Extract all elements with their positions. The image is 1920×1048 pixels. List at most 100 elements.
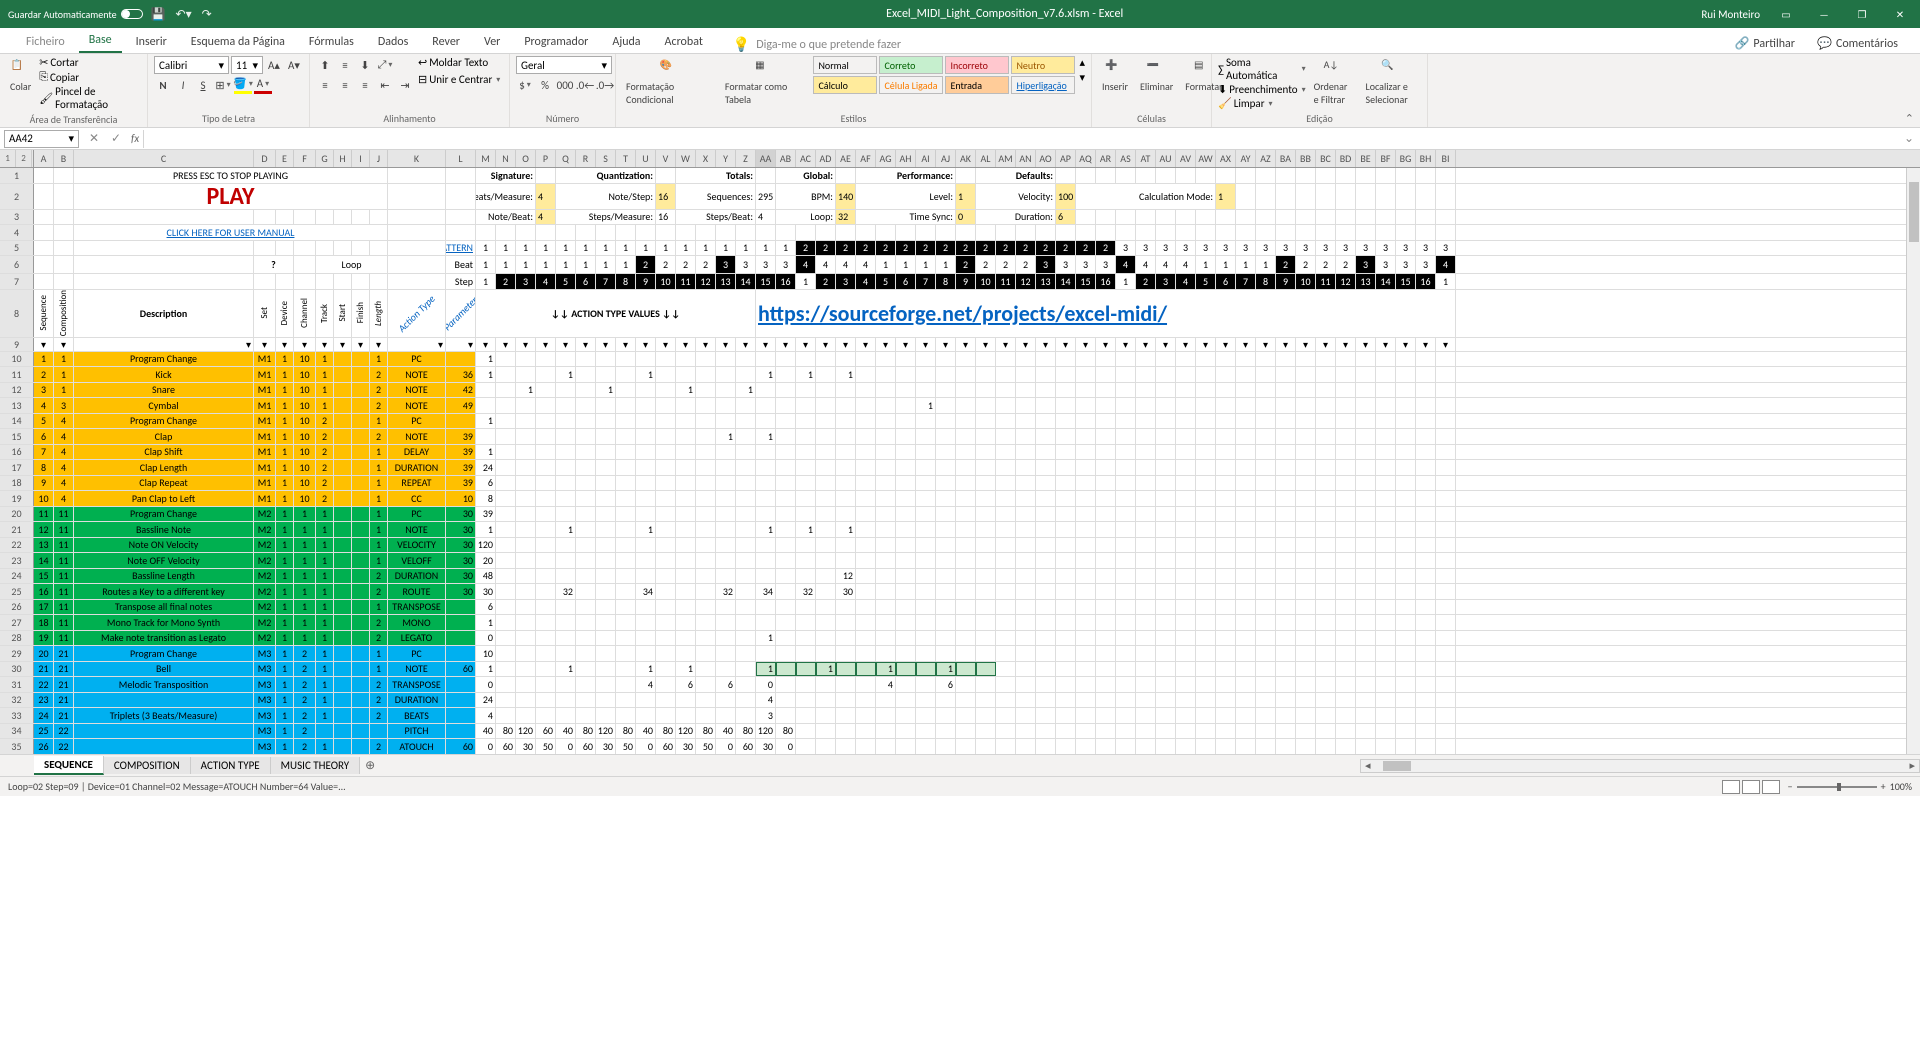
value-cell[interactable] [1276, 615, 1296, 630]
value-cell[interactable] [1196, 352, 1216, 367]
track-cell[interactable]: 1 [316, 677, 334, 692]
value-cell[interactable] [1096, 491, 1116, 506]
value-cell[interactable] [796, 600, 816, 615]
set-cell[interactable]: M3 [254, 662, 276, 677]
value-cell[interactable] [1076, 367, 1096, 382]
value-cell[interactable] [1336, 631, 1356, 646]
cell[interactable] [1216, 210, 1236, 225]
value-cell[interactable] [656, 569, 676, 584]
value-cell[interactable] [656, 615, 676, 630]
set-header[interactable]: Set [254, 290, 276, 337]
value-cell[interactable] [1416, 677, 1436, 692]
pattern-cell[interactable]: 3 [1176, 241, 1196, 256]
track-cell[interactable]: 1 [316, 631, 334, 646]
value-cell[interactable]: 1 [636, 367, 656, 382]
value-cell[interactable]: 120 [476, 538, 496, 553]
device-cell[interactable]: 1 [276, 708, 294, 723]
channel-cell[interactable]: 2 [294, 693, 316, 708]
value-cell[interactable] [1356, 460, 1376, 475]
value-cell[interactable] [1416, 646, 1436, 661]
actiontype-cell[interactable]: VELOCITY [388, 538, 446, 553]
cell[interactable] [1376, 210, 1396, 225]
value-cell[interactable]: 120 [676, 724, 696, 739]
device-cell[interactable]: 1 [276, 584, 294, 599]
value-cell[interactable] [836, 662, 856, 677]
value-cell[interactable] [956, 677, 976, 692]
value-cell[interactable] [856, 398, 876, 413]
style-hiper[interactable]: Hiperligação [1011, 76, 1075, 94]
value-cell[interactable] [1256, 553, 1276, 568]
value-cell[interactable] [936, 553, 956, 568]
value-cell[interactable] [696, 352, 716, 367]
value-cell[interactable] [736, 398, 756, 413]
comp-cell[interactable]: 21 [54, 693, 74, 708]
device-cell[interactable]: 1 [276, 429, 294, 444]
start-cell[interactable] [334, 352, 352, 367]
value-cell[interactable] [696, 507, 716, 522]
cell[interactable] [896, 225, 916, 240]
actiontype-cell[interactable]: TRANSPOSE [388, 677, 446, 692]
value-cell[interactable] [616, 352, 636, 367]
row-header[interactable]: 8 [0, 290, 34, 337]
value-cell[interactable] [1256, 662, 1276, 677]
value-cell[interactable] [636, 553, 656, 568]
value-cell[interactable] [576, 507, 596, 522]
value-cell[interactable] [596, 662, 616, 677]
set-cell[interactable]: M2 [254, 600, 276, 615]
value-cell[interactable] [856, 414, 876, 429]
cell[interactable] [1396, 184, 1416, 209]
value-cell[interactable] [976, 569, 996, 584]
finish-cell[interactable] [352, 615, 370, 630]
channel-cell[interactable]: 10 [294, 460, 316, 475]
beat-cell[interactable]: 3 [1416, 256, 1436, 273]
value-cell[interactable] [1016, 476, 1036, 491]
desc-cell[interactable]: Program Change [74, 352, 254, 367]
value-cell[interactable] [656, 460, 676, 475]
filter-icon[interactable]: ▾ [676, 338, 696, 351]
value-cell[interactable] [556, 677, 576, 692]
value-cell[interactable] [956, 662, 976, 677]
value-cell[interactable] [1116, 522, 1136, 537]
value-cell[interactable] [1216, 662, 1236, 677]
track-cell[interactable]: 2 [316, 445, 334, 460]
filter-icon[interactable]: ▾ [352, 338, 370, 351]
value-cell[interactable] [1096, 398, 1116, 413]
value-cell[interactable] [1296, 398, 1316, 413]
value-cell[interactable] [1296, 739, 1316, 754]
track-cell[interactable]: 1 [316, 693, 334, 708]
value-cell[interactable] [1136, 414, 1156, 429]
col-header[interactable]: BD [1336, 150, 1356, 167]
steps-beat-value[interactable]: 4 [756, 210, 776, 225]
filter-icon[interactable]: ▾ [876, 338, 896, 351]
pattern-cell[interactable]: 1 [716, 241, 736, 256]
seq-cell[interactable]: 22 [34, 677, 54, 692]
value-cell[interactable] [1036, 615, 1056, 630]
value-cell[interactable] [496, 538, 516, 553]
value-cell[interactable] [1116, 445, 1136, 460]
merge-button[interactable]: ⊟ Unir e Centrar [418, 73, 500, 86]
value-cell[interactable] [796, 739, 816, 754]
finish-cell[interactable] [352, 522, 370, 537]
value-cell[interactable] [636, 569, 656, 584]
value-cell[interactable] [616, 414, 636, 429]
length-cell[interactable]: 1 [370, 600, 388, 615]
value-cell[interactable] [876, 414, 896, 429]
dec-decrease-icon[interactable]: .0→ [596, 76, 614, 94]
value-cell[interactable] [1076, 383, 1096, 398]
value-cell[interactable] [996, 662, 1016, 677]
value-cell[interactable] [876, 538, 896, 553]
pattern-cell[interactable]: 3 [1436, 241, 1456, 256]
cell[interactable] [276, 210, 294, 225]
value-cell[interactable] [1236, 553, 1256, 568]
value-cell[interactable] [536, 600, 556, 615]
value-cell[interactable] [596, 538, 616, 553]
col-header[interactable]: AI [916, 150, 936, 167]
align-middle-icon[interactable]: ≡ [336, 56, 354, 74]
value-cell[interactable] [816, 584, 836, 599]
user-manual-link[interactable]: CLICK HERE FOR USER MANUAL [74, 225, 388, 240]
value-cell[interactable] [856, 460, 876, 475]
description-header[interactable]: Description [74, 290, 254, 337]
value-cell[interactable] [1216, 491, 1236, 506]
actiontype-cell[interactable]: VELOFF [388, 553, 446, 568]
value-cell[interactable] [616, 398, 636, 413]
